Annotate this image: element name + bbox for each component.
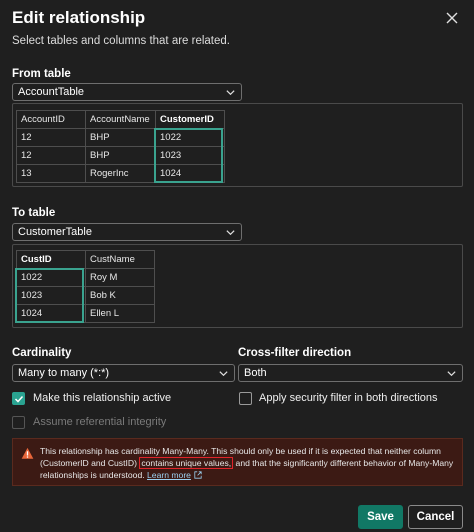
security-filter-checkbox[interactable]	[239, 392, 252, 405]
to-table-preview: CustID CustName 1022 Roy M 1023 Bob K 10…	[12, 244, 463, 328]
chevron-down-icon	[226, 230, 235, 236]
chevron-down-icon	[226, 90, 235, 96]
cross-filter-label: Cross-filter direction	[238, 347, 352, 359]
dialog-title: Edit relationship	[12, 8, 146, 27]
to-table-header-row: CustID CustName	[16, 250, 155, 269]
referential-integrity-checkbox-label: Assume referential integrity	[33, 416, 167, 428]
from-table-select[interactable]: AccountTable	[12, 83, 242, 101]
table-cell: 12	[16, 146, 86, 165]
table-cell: 12	[16, 128, 86, 147]
learn-more-link[interactable]: Learn more	[147, 470, 191, 480]
from-table-grid: AccountID AccountName CustomerID 12 BHP …	[16, 110, 225, 183]
table-cell: 1023	[155, 146, 225, 165]
column-header-custname[interactable]: CustName	[85, 250, 155, 269]
dialog-subtitle: Select tables and columns that are relat…	[12, 35, 230, 47]
table-cell: BHP	[85, 146, 156, 165]
warning-text: This relationship has cardinality Many-M…	[40, 445, 458, 481]
column-header-accountid[interactable]: AccountID	[16, 110, 86, 129]
cross-filter-select[interactable]: Both	[238, 364, 463, 382]
cancel-button[interactable]: Cancel	[408, 505, 463, 529]
cardinality-label: Cardinality	[12, 347, 72, 359]
from-table-select-value: AccountTable	[18, 86, 85, 98]
table-cell: 1022	[16, 268, 86, 287]
checkmark-icon	[14, 395, 24, 403]
chevron-down-icon	[447, 371, 456, 377]
column-header-accountname[interactable]: AccountName	[85, 110, 156, 129]
table-cell: 1023	[16, 286, 86, 305]
table-row: 13 RogerInc 1024	[16, 164, 225, 183]
table-cell: 1024	[155, 164, 225, 183]
chevron-down-icon	[219, 371, 228, 377]
cross-filter-select-value: Both	[244, 367, 267, 379]
table-row: 1024 Ellen L	[16, 304, 155, 323]
active-checkbox-label[interactable]: Make this relationship active	[33, 392, 171, 404]
from-table-label: From table	[12, 68, 71, 80]
warning-icon	[21, 447, 34, 459]
table-cell: 1024	[16, 304, 86, 323]
table-cell: BHP	[85, 128, 156, 147]
warning-highlight: contains unique values,	[139, 457, 234, 469]
cardinality-select-value: Many to many (*:*)	[18, 367, 110, 379]
table-cell: 1022	[155, 128, 225, 147]
table-cell: Roy M	[85, 268, 155, 287]
table-cell: Ellen L	[85, 304, 155, 323]
cardinality-warning: This relationship has cardinality Many-M…	[12, 438, 463, 486]
close-icon[interactable]	[444, 10, 460, 26]
table-row: 1022 Roy M	[16, 268, 155, 287]
column-header-custid[interactable]: CustID	[16, 250, 86, 269]
table-row: 12 BHP 1023	[16, 146, 225, 165]
cardinality-select[interactable]: Many to many (*:*)	[12, 364, 235, 382]
to-table-grid: CustID CustName 1022 Roy M 1023 Bob K 10…	[16, 250, 155, 323]
to-table-label: To table	[12, 207, 56, 219]
from-table-preview: AccountID AccountName CustomerID 12 BHP …	[12, 103, 463, 187]
security-filter-checkbox-label[interactable]: Apply security filter in both directions	[259, 392, 438, 404]
from-table-header-row: AccountID AccountName CustomerID	[16, 110, 225, 129]
table-cell: Bob K	[85, 286, 155, 305]
table-row: 1023 Bob K	[16, 286, 155, 305]
column-header-customerid[interactable]: CustomerID	[155, 110, 225, 129]
table-cell: RogerInc	[85, 164, 156, 183]
referential-integrity-checkbox	[12, 416, 25, 429]
save-button[interactable]: Save	[358, 505, 403, 529]
to-table-select-value: CustomerTable	[18, 226, 92, 238]
table-row: 12 BHP 1022	[16, 128, 225, 147]
table-cell: 13	[16, 164, 86, 183]
to-table-select[interactable]: CustomerTable	[12, 223, 242, 241]
active-checkbox[interactable]	[12, 392, 25, 405]
external-link-icon[interactable]	[194, 471, 202, 479]
